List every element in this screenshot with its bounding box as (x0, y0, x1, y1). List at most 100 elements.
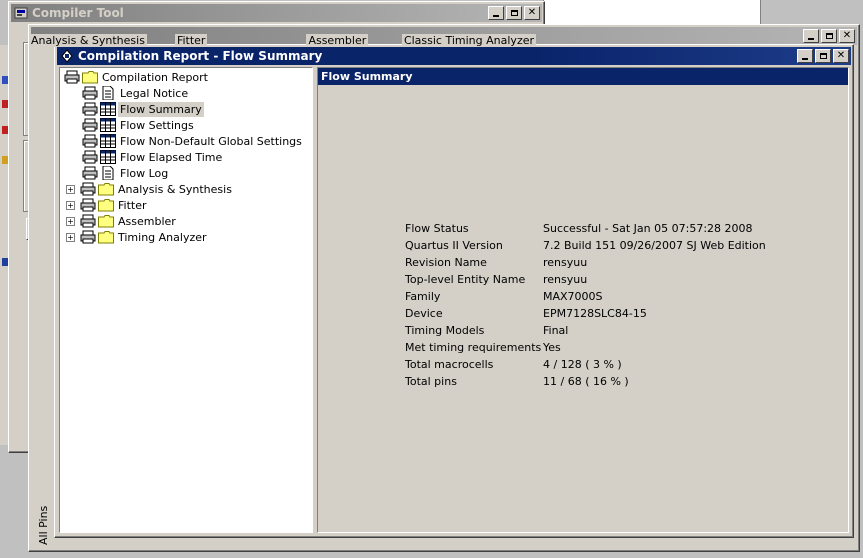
report-tree[interactable]: Compilation Report Legal Notice Flow Summa… (59, 67, 313, 533)
printer-icon (82, 166, 98, 180)
printer-icon (80, 230, 96, 244)
tree-folder[interactable]: + Analysis & Synthesis (66, 181, 234, 197)
summary-key: Quartus II Version (405, 239, 503, 252)
summary-row: Device EPM7128SLC84-15 (405, 305, 766, 322)
report-titlebar[interactable]: Compilation Report - Flow Summary (57, 47, 851, 65)
summary-value: Successful - Sat Jan 05 07:57:28 2008 (543, 222, 753, 235)
compiler-tool-title: Compiler Tool (32, 6, 124, 20)
tree-item-label: Assembler (118, 214, 176, 228)
printer-icon (82, 150, 98, 164)
folder-icon (98, 231, 114, 244)
maximize-button[interactable] (506, 6, 522, 20)
tree-item-label: Legal Notice (120, 86, 189, 100)
summary-row: Quartus II Version 7.2 Build 151 09/26/20… (405, 237, 766, 254)
tree-item-label: Compilation Report (102, 70, 208, 84)
background-window (543, 0, 761, 24)
minimize-button[interactable] (797, 49, 813, 63)
summary-value: Yes (543, 341, 561, 354)
summary-key: Family (405, 290, 441, 303)
tree-folder[interactable]: + Timing Analyzer (66, 229, 209, 245)
tree-item-label: Flow Settings (120, 118, 194, 132)
tree-item[interactable]: Legal Notice (82, 85, 190, 101)
summary-value: MAX7000S (543, 290, 603, 303)
expand-icon[interactable]: + (66, 184, 75, 194)
summary-key: Flow Status (405, 222, 469, 235)
printer-icon (82, 118, 98, 132)
all-pins-tab[interactable]: All Pins (37, 485, 53, 545)
minimize-button[interactable] (488, 6, 504, 20)
summary-value: rensyuu (543, 256, 588, 269)
close-button[interactable] (833, 49, 849, 63)
expand-icon[interactable]: + (66, 216, 75, 226)
summary-key: Total macrocells (405, 358, 494, 371)
table-icon (100, 134, 116, 148)
summary-row: Timing Models Final (405, 322, 766, 339)
summary-value: EPM7128SLC84-15 (543, 307, 647, 320)
summary-row: Flow Status Successful - Sat Jan 05 07:57… (405, 220, 766, 237)
summary-key: Revision Name (405, 256, 487, 269)
close-button[interactable] (524, 6, 540, 20)
compiler-tool-titlebar[interactable]: Compiler Tool (11, 4, 542, 22)
compilation-report-window: Compilation Report - Flow Summary Compil… (54, 44, 854, 538)
folder-icon (98, 183, 114, 196)
tree-item-label: Fitter (118, 198, 147, 212)
maximize-button[interactable] (821, 29, 837, 43)
tree-item[interactable]: Flow Settings (82, 117, 196, 133)
tree-item-label: Analysis & Synthesis (118, 182, 232, 196)
folder-icon (98, 215, 114, 228)
printer-icon (64, 70, 80, 84)
expand-icon[interactable]: + (66, 232, 75, 242)
tree-item-label: Flow Log (120, 166, 169, 180)
summary-key: Top-level Entity Name (405, 273, 526, 286)
stage-analysis: Analysis & Synthesis (29, 34, 147, 47)
tree-item-label: Flow Elapsed Time (120, 150, 223, 164)
folder-icon (82, 71, 98, 84)
content-header: Flow Summary (318, 68, 848, 85)
maximize-button[interactable] (815, 49, 831, 63)
stage-timing: Classic Timing Analyzer (401, 34, 537, 47)
table-icon (100, 118, 116, 132)
report-window-icon (61, 49, 73, 63)
summary-key: Device (405, 307, 443, 320)
summary-key: Met timing requirements (405, 341, 542, 354)
tree-folder[interactable]: + Assembler (66, 213, 178, 229)
minimize-button[interactable] (803, 29, 819, 43)
folder-icon (98, 199, 114, 212)
summary-row: Total pins 11 / 68 ( 16 % ) (405, 373, 766, 390)
printer-icon (82, 134, 98, 148)
tree-item[interactable]: Flow Log (82, 165, 170, 181)
tree-item[interactable]: Flow Summary (82, 101, 204, 117)
expand-icon[interactable]: + (66, 200, 75, 210)
summary-row: Family MAX7000S (405, 288, 766, 305)
summary-value: Final (543, 324, 569, 337)
summary-row: Top-level Entity Name rensyuu (405, 271, 766, 288)
summary-table: Flow Status Successful - Sat Jan 05 07:57… (405, 220, 766, 390)
printer-icon (82, 102, 98, 116)
content-pane: Flow Summary Flow Status Successful - Sat… (317, 67, 849, 533)
printer-icon (82, 86, 98, 100)
tree-item[interactable]: Flow Elapsed Time (82, 149, 224, 165)
printer-icon (80, 214, 96, 228)
summary-value: 7.2 Build 151 09/26/2007 SJ Web Edition (543, 239, 766, 252)
summary-value: 4 / 128 ( 3 % ) (543, 358, 622, 371)
table-icon (100, 150, 116, 164)
tree-item[interactable]: Flow Non-Default Global Settings (82, 133, 304, 149)
document-icon (102, 166, 114, 180)
document-icon (102, 86, 114, 100)
summary-row: Met timing requirements Yes (405, 339, 766, 356)
summary-row: Revision Name rensyuu (405, 254, 766, 271)
summary-value: rensyuu (543, 273, 588, 286)
summary-key: Total pins (405, 375, 457, 388)
summary-row: Total macrocells 4 / 128 ( 3 % ) (405, 356, 766, 373)
close-button[interactable] (839, 29, 855, 43)
printer-icon (80, 198, 96, 212)
table-icon (100, 102, 116, 116)
printer-icon (80, 182, 96, 196)
summary-value: 11 / 68 ( 16 % ) (543, 375, 629, 388)
tree-root[interactable]: Compilation Report (64, 69, 210, 85)
tree-item-label: Flow Non-Default Global Settings (120, 134, 302, 148)
tree-item-label: Timing Analyzer (118, 230, 207, 244)
summary-key: Timing Models (405, 324, 485, 337)
tree-item-label: Flow Summary (118, 101, 204, 117)
tree-folder[interactable]: + Fitter (66, 197, 149, 213)
